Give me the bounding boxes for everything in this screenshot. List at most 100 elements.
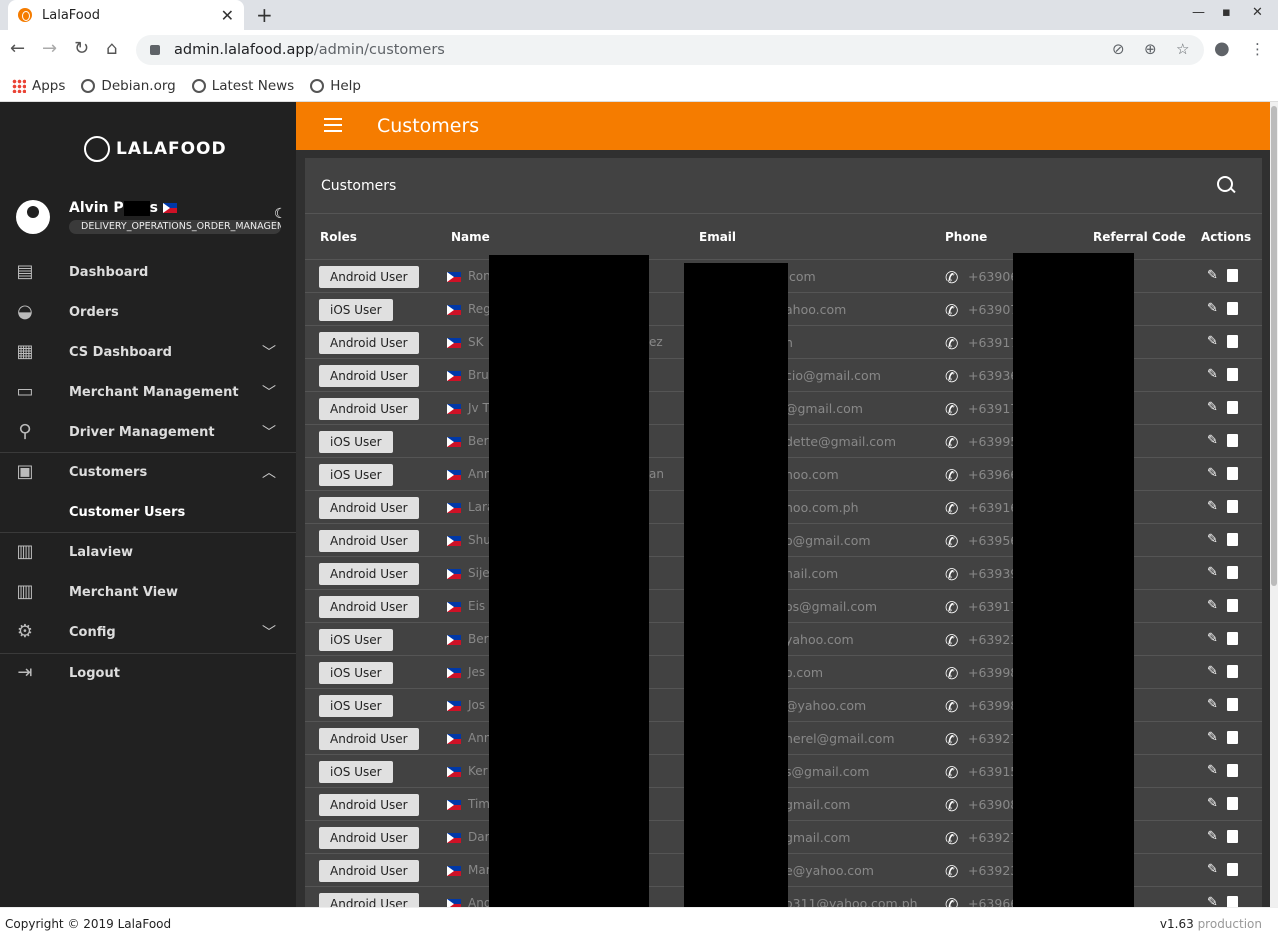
contact-card-icon[interactable]	[1227, 731, 1238, 744]
zoom-icon[interactable]: ⊕	[1144, 40, 1157, 58]
bookmark-apps[interactable]: Apps	[12, 78, 65, 94]
role-chip[interactable]: Android User	[319, 596, 419, 618]
role-chip[interactable]: iOS User	[319, 464, 393, 486]
maximize-icon[interactable]: ▪	[1222, 5, 1231, 20]
role-chip[interactable]: iOS User	[319, 662, 393, 684]
contact-card-icon[interactable]	[1227, 269, 1238, 282]
sidebar-item-merchant-management[interactable]: ▭ Merchant Management ﹀	[0, 372, 296, 412]
forward-icon[interactable]: →	[42, 38, 57, 59]
sidebar-item-lalaview[interactable]: ▥ Lalaview	[0, 532, 296, 572]
edit-icon[interactable]: ✎	[1207, 631, 1218, 646]
role-chip[interactable]: iOS User	[319, 629, 393, 651]
sidebar-item-cs-dashboard[interactable]: ▦ CS Dashboard ﹀	[0, 332, 296, 372]
sidebar-item-orders[interactable]: ◒ Orders	[0, 292, 296, 332]
role-chip[interactable]: Android User	[319, 398, 419, 420]
edit-icon[interactable]: ✎	[1207, 862, 1218, 877]
lalafood-logo[interactable]: LALAFOOD	[84, 136, 227, 162]
column-header-roles[interactable]: Roles	[320, 230, 357, 244]
minimize-icon[interactable]: —	[1192, 5, 1205, 20]
sidebar-item-driver-management[interactable]: ⚲ Driver Management ﹀	[0, 412, 296, 452]
role-chip[interactable]: Android User	[319, 365, 419, 387]
edit-icon[interactable]: ✎	[1207, 796, 1218, 811]
phone-icon[interactable]: ✆	[945, 367, 958, 386]
sidebar-item-merchant-view[interactable]: ▥ Merchant View	[0, 572, 296, 612]
phone-icon[interactable]: ✆	[945, 499, 958, 518]
contact-card-icon[interactable]	[1227, 335, 1238, 348]
phone-icon[interactable]: ✆	[945, 598, 958, 617]
sidebar-item-customer-users[interactable]: Customer Users	[0, 492, 296, 532]
edit-icon[interactable]: ✎	[1207, 268, 1218, 283]
phone-icon[interactable]: ✆	[945, 400, 958, 419]
phone-icon[interactable]: ✆	[945, 796, 958, 815]
phone-icon[interactable]: ✆	[945, 433, 958, 452]
reload-icon[interactable]: ↻	[74, 38, 89, 59]
phone-icon[interactable]: ✆	[945, 532, 958, 551]
contact-card-icon[interactable]	[1227, 863, 1238, 876]
search-icon[interactable]	[1217, 176, 1237, 196]
bookmark-help[interactable]: Help	[310, 78, 361, 94]
role-chip[interactable]: Android User	[319, 728, 419, 750]
home-icon[interactable]: ⌂	[106, 38, 117, 59]
contact-card-icon[interactable]	[1227, 566, 1238, 579]
contact-card-icon[interactable]	[1227, 797, 1238, 810]
role-chip[interactable]: iOS User	[319, 761, 393, 783]
contact-card-icon[interactable]	[1227, 599, 1238, 612]
phone-icon[interactable]: ✆	[945, 664, 958, 683]
star-icon[interactable]: ☆	[1176, 40, 1189, 58]
phone-icon[interactable]: ✆	[945, 862, 958, 881]
edit-icon[interactable]: ✎	[1207, 697, 1218, 712]
role-chip[interactable]: Android User	[319, 860, 419, 882]
edit-icon[interactable]: ✎	[1207, 763, 1218, 778]
phone-icon[interactable]: ✆	[945, 268, 958, 287]
column-header-phone[interactable]: Phone	[945, 230, 987, 244]
phone-icon[interactable]: ✆	[945, 466, 958, 485]
phone-icon[interactable]: ✆	[945, 895, 958, 907]
contact-card-icon[interactable]	[1227, 665, 1238, 678]
contact-card-icon[interactable]	[1227, 368, 1238, 381]
phone-icon[interactable]: ✆	[945, 301, 958, 320]
column-header-email[interactable]: Email	[699, 230, 736, 244]
phone-icon[interactable]: ✆	[945, 763, 958, 782]
new-tab-icon[interactable]: +	[256, 3, 273, 27]
edit-icon[interactable]: ✎	[1207, 730, 1218, 745]
role-chip[interactable]: iOS User	[319, 695, 393, 717]
dark-mode-toggle-icon[interactable]: ☾	[274, 206, 287, 222]
scrollbar[interactable]	[1270, 102, 1278, 907]
edit-icon[interactable]: ✎	[1207, 367, 1218, 382]
role-chip[interactable]: Android User	[319, 794, 419, 816]
hamburger-menu-icon[interactable]	[324, 118, 342, 132]
role-chip[interactable]: iOS User	[319, 431, 393, 453]
edit-icon[interactable]: ✎	[1207, 301, 1218, 316]
contact-card-icon[interactable]	[1227, 764, 1238, 777]
sidebar-item-config[interactable]: ⚙ Config ﹀	[0, 612, 296, 652]
role-chip[interactable]: Android User	[319, 266, 419, 288]
profile-icon[interactable]: ●	[1214, 38, 1230, 59]
role-chip[interactable]: Android User	[319, 332, 419, 354]
role-chip[interactable]: Android User	[319, 827, 419, 849]
edit-icon[interactable]: ✎	[1207, 466, 1218, 481]
browser-tab[interactable]: LalaFood ✕	[8, 0, 244, 30]
column-header-referral-code[interactable]: Referral Code	[1093, 230, 1186, 244]
role-chip[interactable]: Android User	[319, 893, 419, 907]
bookmark-latest-news[interactable]: Latest News	[191, 78, 294, 94]
bookmark-debian[interactable]: Debian.org	[81, 78, 176, 94]
back-icon[interactable]: ←	[10, 38, 25, 59]
window-close-icon[interactable]: ✕	[1252, 5, 1263, 20]
role-chip[interactable]: Android User	[319, 563, 419, 585]
edit-icon[interactable]: ✎	[1207, 532, 1218, 547]
close-tab-icon[interactable]: ✕	[221, 6, 234, 25]
role-chip[interactable]: iOS User	[319, 299, 393, 321]
contact-card-icon[interactable]	[1227, 401, 1238, 414]
edit-icon[interactable]: ✎	[1207, 895, 1218, 907]
edit-icon[interactable]: ✎	[1207, 664, 1218, 679]
cookie-blocked-icon[interactable]: ⊘	[1112, 40, 1125, 58]
contact-card-icon[interactable]	[1227, 434, 1238, 447]
sidebar-item-customers[interactable]: ▣ Customers ︿	[0, 452, 296, 492]
sidebar-item-dashboard[interactable]: ▤ Dashboard	[0, 252, 296, 292]
phone-icon[interactable]: ✆	[945, 697, 958, 716]
contact-card-icon[interactable]	[1227, 632, 1238, 645]
sidebar-item-logout[interactable]: ⇥ Logout	[0, 653, 296, 693]
role-chip[interactable]: Android User	[319, 530, 419, 552]
edit-icon[interactable]: ✎	[1207, 598, 1218, 613]
phone-icon[interactable]: ✆	[945, 565, 958, 584]
